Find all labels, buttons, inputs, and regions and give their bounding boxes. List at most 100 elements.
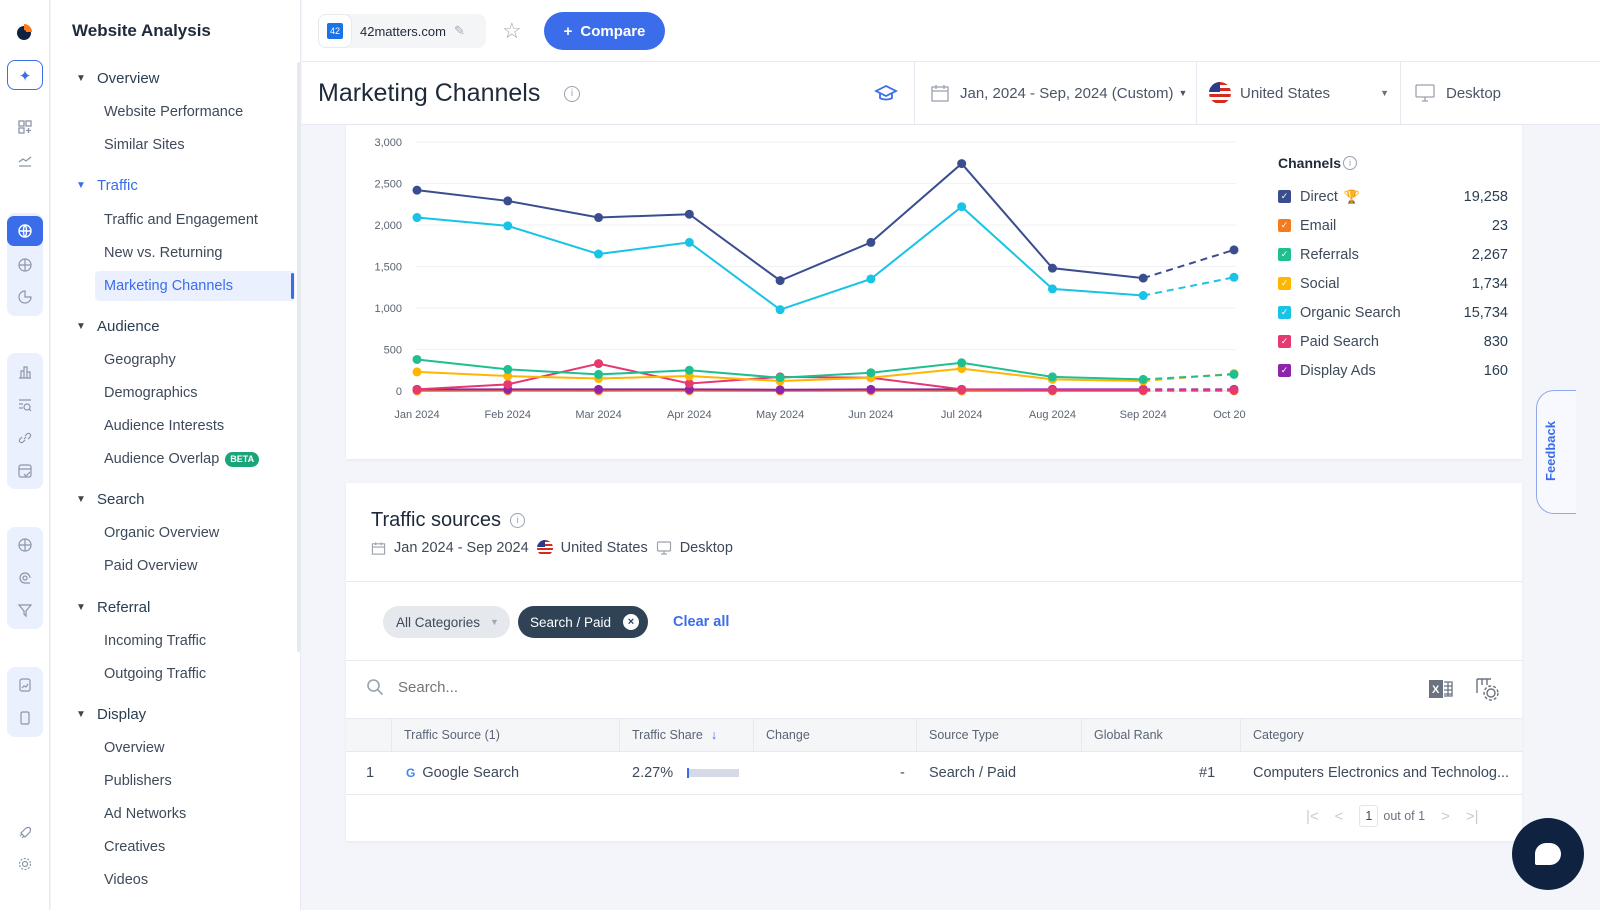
link-icon[interactable] [7, 423, 43, 453]
nav-item-incoming-traffic[interactable]: Incoming Traffic [95, 626, 295, 656]
clear-all-link[interactable]: Clear all [673, 614, 729, 630]
column-header-category[interactable]: Category [1240, 719, 1522, 752]
legend-item[interactable]: ✓ Social 1,734 [1278, 269, 1508, 298]
legend-checkbox[interactable]: ✓ [1278, 306, 1291, 319]
chat-button[interactable] [1512, 818, 1584, 890]
nav-section-search[interactable]: ▼ Search [76, 491, 145, 508]
nav-item-organic-overview[interactable]: Organic Overview [95, 518, 295, 548]
graduation-cap-icon[interactable] [874, 82, 898, 106]
page-input[interactable]: 1 [1359, 805, 1379, 827]
globe-check-icon[interactable] [7, 530, 43, 560]
nav-section-overview[interactable]: ▼ Overview [76, 70, 160, 87]
legend-item[interactable]: ✓ Display Ads 160 [1278, 356, 1508, 385]
nav-item-videos[interactable]: Videos [95, 865, 295, 895]
nav-item-geography[interactable]: Geography [95, 345, 295, 375]
nav-section-traffic[interactable]: ▼ Traffic [76, 177, 138, 194]
pie-icon[interactable] [7, 282, 43, 312]
nav-item-marketing-channels[interactable]: Marketing Channels [95, 271, 295, 301]
funnel-icon[interactable] [7, 595, 43, 625]
add-dashboard-icon[interactable] [10, 112, 40, 142]
nav-item-website-performance[interactable]: Website Performance [95, 97, 295, 127]
app-trend-icon[interactable] [7, 670, 43, 700]
legend-checkbox[interactable]: ✓ [1278, 364, 1291, 377]
gear-icon[interactable] [10, 849, 40, 879]
nav-item-traffic-engagement[interactable]: Traffic and Engagement [95, 205, 295, 235]
similarweb-logo[interactable] [14, 22, 34, 42]
column-header-change[interactable]: Change [753, 719, 916, 752]
legend-checkbox[interactable]: ✓ [1278, 277, 1291, 290]
active-filter-chip[interactable]: Search / Paid × [518, 606, 648, 638]
last-page-icon[interactable]: >| [1466, 808, 1479, 825]
nav-scrollbar[interactable] [297, 62, 300, 652]
legend-checkbox[interactable]: ✓ [1278, 219, 1291, 232]
y-tick-label: 1,000 [374, 303, 402, 315]
calendar-icon [371, 541, 386, 556]
excel-export-icon[interactable]: X [1428, 677, 1454, 701]
nav-item-demographics[interactable]: Demographics [95, 378, 295, 408]
legend-checkbox[interactable]: ✓ [1278, 335, 1291, 348]
edit-pencil-icon[interactable]: ✎ [454, 23, 465, 39]
remove-filter-icon[interactable]: × [623, 614, 639, 630]
report-icon[interactable] [7, 456, 43, 486]
svg-text:X: X [1432, 684, 1440, 696]
series-line-direct [416, 162, 1144, 282]
nav-item-ad-networks[interactable]: Ad Networks [95, 799, 295, 829]
search-circle-icon[interactable] [7, 563, 43, 593]
us-flag-icon [1209, 82, 1231, 104]
compare-button[interactable]: + Compare [544, 12, 665, 50]
nav-item-paid-overview[interactable]: Paid Overview [95, 551, 295, 581]
feedback-tab[interactable]: Feedback [1536, 390, 1576, 514]
mobile-icon[interactable] [7, 703, 43, 733]
nav-item-publishers[interactable]: Publishers [95, 766, 295, 796]
legend-item[interactable]: ✓ Referrals 2,267 [1278, 240, 1508, 269]
column-header-traffic-share[interactable]: Traffic Share ↓ [619, 719, 753, 752]
search-input[interactable] [398, 678, 698, 696]
category-filter-dropdown[interactable]: All Categories ▼ [383, 606, 510, 638]
globe-trend-icon[interactable] [7, 250, 43, 280]
legend-item[interactable]: ✓ Paid Search 830 [1278, 327, 1508, 356]
device-selector[interactable]: Desktop [1414, 62, 1501, 124]
country-selector[interactable]: United States ▼ [1209, 62, 1389, 124]
prev-page-icon[interactable]: < [1335, 808, 1344, 825]
star-icon[interactable]: ☆ [502, 18, 522, 44]
search-list-icon[interactable] [7, 390, 43, 420]
column-header-traffic-source[interactable]: Traffic Source (1) [391, 719, 619, 752]
legend-item[interactable]: ✓ Organic Search 15,734 [1278, 298, 1508, 327]
caret-down-icon: ▼ [1178, 88, 1188, 98]
data-point [866, 368, 876, 378]
legend-value: 23 [1491, 217, 1508, 234]
nav-item-display-overview[interactable]: Overview [95, 733, 295, 763]
nav-section-referral[interactable]: ▼ Referral [76, 599, 150, 616]
column-header-global-rank[interactable]: Global Rank [1081, 719, 1240, 752]
nav-section-audience[interactable]: ▼ Audience [76, 318, 160, 335]
nav-item-creatives[interactable]: Creatives [95, 832, 295, 862]
nav-item-similar-sites[interactable]: Similar Sites [95, 130, 295, 160]
data-point [594, 369, 604, 379]
nav-item-audience-overlap[interactable]: Audience Overlap BETA [95, 444, 295, 474]
legend-item[interactable]: ✓ Direct 🏆 19,258 [1278, 182, 1508, 211]
nav-section-display[interactable]: ▼ Display [76, 706, 146, 723]
info-icon[interactable]: i [1343, 156, 1358, 170]
bar-chart-icon[interactable] [7, 357, 43, 387]
site-selector[interactable]: 42 42matters.com ✎ [318, 14, 486, 48]
legend-checkbox[interactable]: ✓ [1278, 248, 1291, 261]
legend-item[interactable]: ✓ Email 23 [1278, 211, 1508, 240]
info-icon[interactable]: i [510, 513, 526, 528]
info-icon[interactable]: i [564, 86, 580, 102]
legend-checkbox[interactable]: ✓ [1278, 190, 1291, 203]
column-header-source-type[interactable]: Source Type [916, 719, 1081, 752]
next-page-icon[interactable]: > [1441, 808, 1450, 825]
first-page-icon[interactable]: |< [1306, 808, 1319, 825]
globe-icon[interactable] [7, 216, 43, 246]
nav-item-new-vs-returning[interactable]: New vs. Returning [95, 238, 295, 268]
rocket-icon[interactable] [10, 818, 40, 848]
date-range-picker[interactable]: Jan, 2024 - Sep, 2024 (Custom) ▼ [930, 62, 1187, 124]
row-source[interactable]: G Google Search [406, 752, 519, 794]
table-search[interactable] [366, 678, 698, 696]
ai-sparkle-icon[interactable]: ✦ [7, 61, 43, 91]
nav-item-audience-interests[interactable]: Audience Interests [95, 411, 295, 441]
table-row[interactable]: 1 G Google Search 2.27% - Search / Paid #… [346, 752, 1522, 795]
trend-icon[interactable] [10, 145, 40, 175]
column-settings-icon[interactable] [1474, 676, 1500, 702]
nav-item-outgoing-traffic[interactable]: Outgoing Traffic [95, 659, 295, 689]
